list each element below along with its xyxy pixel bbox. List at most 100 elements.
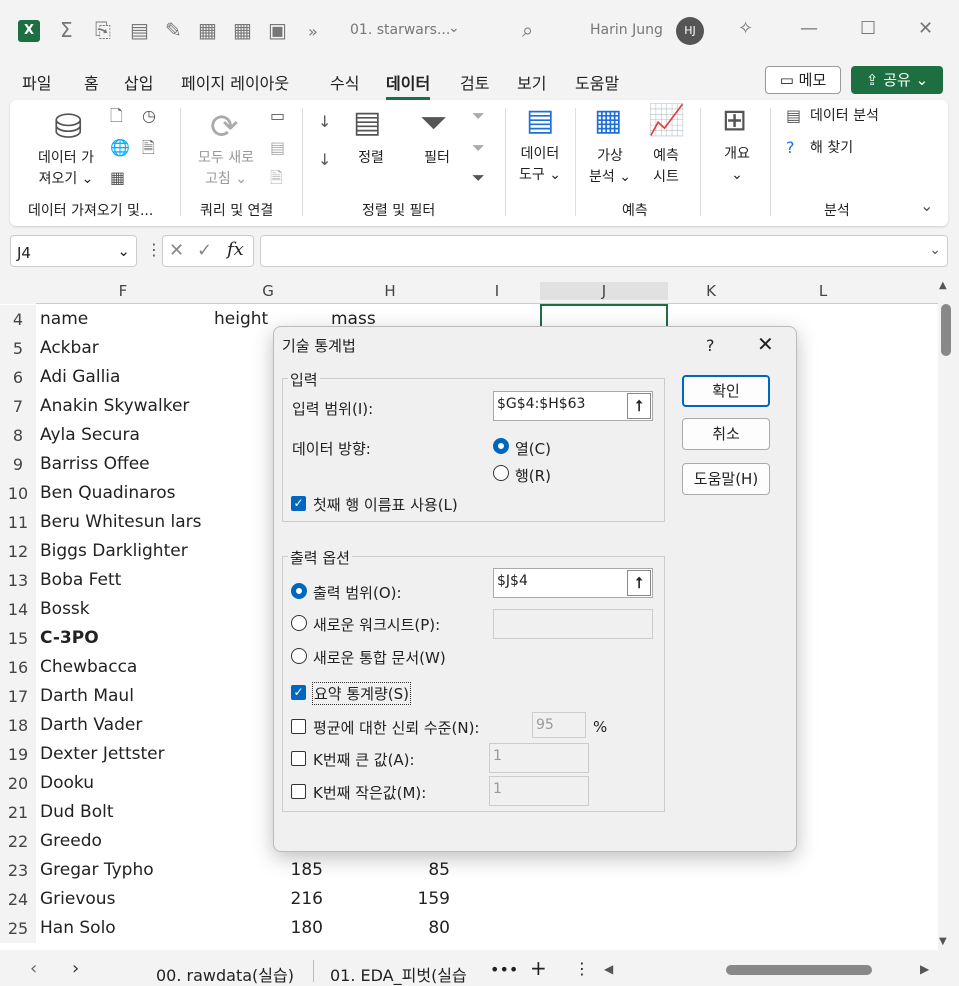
next-sheet-icon[interactable]: › — [72, 958, 79, 979]
new-worksheet-radio[interactable] — [291, 615, 307, 631]
sort-button[interactable]: 정렬 — [350, 148, 392, 169]
maximize-icon[interactable]: ☐ — [860, 18, 876, 39]
column-header-F[interactable]: F — [36, 282, 210, 300]
cell-height[interactable]: 180 — [210, 918, 323, 938]
ok-button[interactable]: 확인 — [682, 375, 770, 407]
scroll-right-icon[interactable]: ▶ — [920, 962, 929, 976]
more-icon[interactable]: » — [308, 22, 318, 41]
tab-file[interactable]: 파일 — [22, 70, 51, 94]
cell-name[interactable]: C-3PO — [40, 628, 99, 648]
cell-name[interactable]: Adi Gallia — [40, 367, 120, 387]
sort-asc-icon[interactable]: ↓ — [318, 114, 331, 130]
cell-name[interactable]: Darth Maul — [40, 686, 134, 706]
sheet-tab-rawdata[interactable]: 00. rawdata(실습) — [156, 962, 294, 986]
tab-review[interactable]: 검토 — [460, 70, 489, 94]
cell-mass[interactable]: 85 — [326, 860, 450, 880]
confidence-level-checkbox[interactable] — [291, 719, 306, 734]
cell-height[interactable]: height — [214, 309, 268, 329]
enter-icon[interactable]: ✓ — [197, 240, 212, 261]
row-header[interactable]: 15 — [0, 624, 36, 653]
more-options-icon[interactable]: ⋮ — [146, 240, 162, 259]
row-header[interactable]: 6 — [0, 363, 36, 392]
first-row-labels-label[interactable]: 첫째 행 이름표 사용(L) — [313, 494, 458, 515]
expand-formula-icon[interactable]: ⌄ — [929, 242, 941, 258]
row-header[interactable]: 24 — [0, 885, 36, 914]
recent-sources-icon[interactable]: ◷ — [142, 108, 156, 124]
row-header[interactable]: 4 — [0, 305, 36, 334]
new-workbook-label[interactable]: 새로운 통합 문서(W) — [313, 647, 446, 668]
table-icon[interactable]: ▦ — [198, 18, 217, 42]
column-header-K[interactable]: K — [668, 282, 754, 300]
row-header[interactable]: 12 — [0, 537, 36, 566]
columns-radio-label[interactable]: 열(C) — [515, 438, 551, 459]
vertical-scroll-thumb[interactable] — [941, 304, 951, 356]
rows-radio-label[interactable]: 행(R) — [515, 465, 551, 486]
kth-smallest-label[interactable]: K번째 작은값(M): — [313, 782, 426, 803]
cancel-icon[interactable]: ✕ — [169, 240, 184, 261]
tab-data[interactable]: 데이터 — [386, 70, 431, 100]
queries-icon[interactable]: ▭ — [270, 108, 285, 124]
summary-statistics-checkbox[interactable]: ✓ — [291, 685, 306, 700]
tab-home[interactable]: 홈 — [84, 70, 99, 94]
cell-name[interactable]: Biggs Darklighter — [40, 541, 188, 561]
cell-name[interactable]: Anakin Skywalker — [40, 396, 189, 416]
sheet-tab-eda[interactable]: 01. EDA_피벗(실습 — [330, 962, 480, 986]
row-header[interactable]: 23 — [0, 856, 36, 885]
prev-sheet-icon[interactable]: ‹ — [30, 958, 37, 979]
tab-view[interactable]: 보기 — [517, 70, 546, 94]
cell-name[interactable]: Grievous — [40, 889, 115, 909]
row-header[interactable]: 17 — [0, 682, 36, 711]
from-web-icon[interactable]: 🌐 — [110, 140, 130, 156]
chevron-down-icon[interactable]: ⌄ — [117, 242, 130, 260]
layout-icon[interactable]: ▣ — [268, 18, 287, 42]
row-header[interactable]: 11 — [0, 508, 36, 537]
tab-page-layout[interactable]: 페이지 레이아웃 — [181, 70, 289, 94]
data-tools-button[interactable]: 데이터 도구 ⌄ — [514, 144, 566, 186]
data-analysis-button[interactable]: 데이터 분석 — [810, 106, 879, 127]
insert-function-icon[interactable]: ⎘ — [95, 18, 111, 42]
cell-name[interactable]: Darth Vader — [40, 715, 142, 735]
search-icon[interactable]: ⌕ — [522, 18, 533, 42]
name-box[interactable]: J4 ⌄ — [10, 235, 137, 267]
cancel-button[interactable]: 취소 — [682, 418, 770, 450]
horizontal-scroll-thumb[interactable] — [726, 965, 872, 975]
column-header-L[interactable]: L — [754, 282, 892, 300]
cell-name[interactable]: Boba Fett — [40, 570, 121, 590]
avatar[interactable]: HJ — [676, 17, 704, 45]
output-range-collapse-button[interactable]: ⭡ — [627, 570, 651, 596]
formula-input[interactable]: ⌄ — [260, 235, 948, 267]
add-sheet-icon[interactable]: + — [530, 956, 547, 980]
tab-formulas[interactable]: 수식 — [330, 70, 359, 94]
cell-height[interactable]: 185 — [210, 860, 323, 880]
row-header[interactable]: 8 — [0, 421, 36, 450]
row-header[interactable]: 16 — [0, 653, 36, 682]
existing-connections-icon[interactable]: 🗎 — [142, 140, 155, 156]
solver-button[interactable]: 해 찾기 — [810, 138, 853, 159]
help-button[interactable]: 도움말(H) — [682, 463, 770, 495]
cell-height[interactable]: 216 — [210, 889, 323, 909]
row-header[interactable]: 10 — [0, 479, 36, 508]
cell-name[interactable]: Chewbacca — [40, 657, 137, 677]
tab-help[interactable]: 도움말 — [575, 70, 619, 94]
sheet-options-icon[interactable]: ⋮ — [574, 959, 590, 978]
cell-name[interactable]: Greedo — [40, 831, 102, 851]
grid-icon[interactable]: ▦ — [233, 18, 252, 42]
rows-radio[interactable] — [493, 465, 509, 481]
outline-button[interactable]: 개요 ⌄ — [712, 144, 762, 186]
kth-largest-label[interactable]: K번째 큰 값(A): — [313, 749, 415, 770]
cell-name[interactable]: Dexter Jettster — [40, 744, 165, 764]
output-range-label[interactable]: 출력 범위(O): — [313, 582, 402, 603]
vertical-scrollbar[interactable] — [938, 277, 959, 950]
scroll-up-icon[interactable]: ▲ — [939, 280, 947, 291]
file-title[interactable]: 01. starwars... — [350, 22, 450, 38]
row-header[interactable]: 22 — [0, 827, 36, 856]
number-format-icon[interactable]: ▤ — [130, 18, 149, 42]
memo-button[interactable]: ▭ 메모 — [765, 66, 841, 94]
forecast-sheet-button[interactable]: 예측 시트 — [640, 146, 692, 188]
column-header-H[interactable]: H — [326, 282, 454, 300]
autosum-icon[interactable]: Σ — [60, 18, 73, 42]
summary-statistics-label[interactable]: 요약 통계량(S) — [312, 682, 411, 705]
kth-largest-checkbox[interactable] — [291, 751, 306, 766]
row-header[interactable]: 5 — [0, 334, 36, 363]
columns-radio[interactable] — [493, 438, 509, 454]
